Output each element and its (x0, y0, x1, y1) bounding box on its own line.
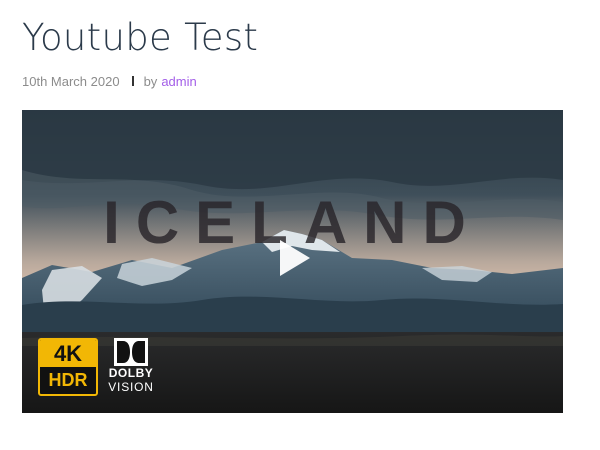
dolby-logo-icon (114, 338, 148, 366)
4k-label: 4K (40, 340, 96, 367)
hdr-label: HDR (48, 370, 88, 390)
post-meta: 10th March 2020 by admin (22, 72, 197, 90)
dolby-vision-badge: DOLBY VISION (104, 338, 158, 398)
post-date: 10th March 2020 (22, 73, 120, 89)
youtube-video-embed[interactable]: ICELAND 4K HDR DOLBY VISION (22, 110, 563, 413)
by-label: by (143, 73, 158, 89)
vision-label: VISION (108, 380, 154, 394)
post-title: Youtube Test (22, 16, 259, 59)
blog-post: Youtube Test 10th March 2020 by admin IC… (0, 0, 600, 450)
play-icon[interactable] (270, 236, 314, 280)
author-link[interactable]: admin (161, 74, 196, 89)
dolby-label: DOLBY (108, 366, 154, 380)
4k-hdr-badge: 4K HDR (38, 338, 98, 396)
meta-separator (131, 76, 134, 86)
